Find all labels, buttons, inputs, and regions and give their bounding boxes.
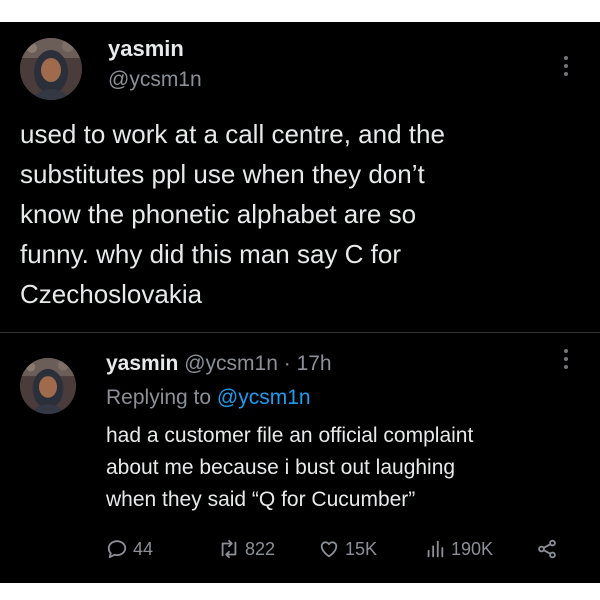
retweet-count: 822 bbox=[245, 538, 276, 559]
avatar[interactable] bbox=[20, 38, 82, 100]
like-button[interactable]: 15K bbox=[318, 538, 377, 560]
avatar[interactable] bbox=[20, 358, 76, 414]
reply-timestamp[interactable]: 17h bbox=[297, 352, 332, 375]
replying-to-mention[interactable]: @ycsm1n bbox=[217, 386, 311, 409]
author-name[interactable]: yasmin bbox=[108, 36, 184, 62]
views-button[interactable]: 190K bbox=[424, 538, 493, 560]
reply-author-name[interactable]: yasmin bbox=[106, 352, 178, 375]
share-icon bbox=[538, 539, 556, 559]
reply-header: yasmin @ycsm1n · 17h bbox=[106, 352, 332, 376]
reply-count: 44 bbox=[133, 538, 154, 559]
like-count: 15K bbox=[345, 538, 378, 559]
reply-author-handle[interactable]: @ycsm1n bbox=[184, 352, 278, 375]
reply-text: had a customer file an official complain… bbox=[106, 424, 474, 511]
reply-icon bbox=[107, 540, 127, 559]
tweet-text: used to work at a call centre, and the s… bbox=[20, 119, 445, 309]
more-icon[interactable] bbox=[562, 56, 570, 80]
share-button[interactable] bbox=[536, 538, 563, 560]
retweet-button[interactable]: 822 bbox=[218, 538, 275, 560]
views-count: 190K bbox=[451, 538, 494, 559]
replying-to-label: Replying to bbox=[106, 386, 212, 409]
views-icon bbox=[427, 540, 444, 558]
tweet-screen: yasmin @ycsm1n used to work at a call ce… bbox=[0, 22, 600, 583]
separator-dot: · bbox=[283, 352, 291, 375]
author-handle[interactable]: @ycsm1n bbox=[108, 68, 202, 92]
retweet-icon bbox=[221, 539, 237, 559]
reply-button[interactable]: 44 bbox=[106, 538, 153, 560]
like-icon bbox=[320, 541, 338, 558]
divider bbox=[0, 332, 600, 333]
replying-to: Replying to @ycsm1n bbox=[106, 386, 311, 410]
more-icon[interactable] bbox=[562, 349, 570, 373]
